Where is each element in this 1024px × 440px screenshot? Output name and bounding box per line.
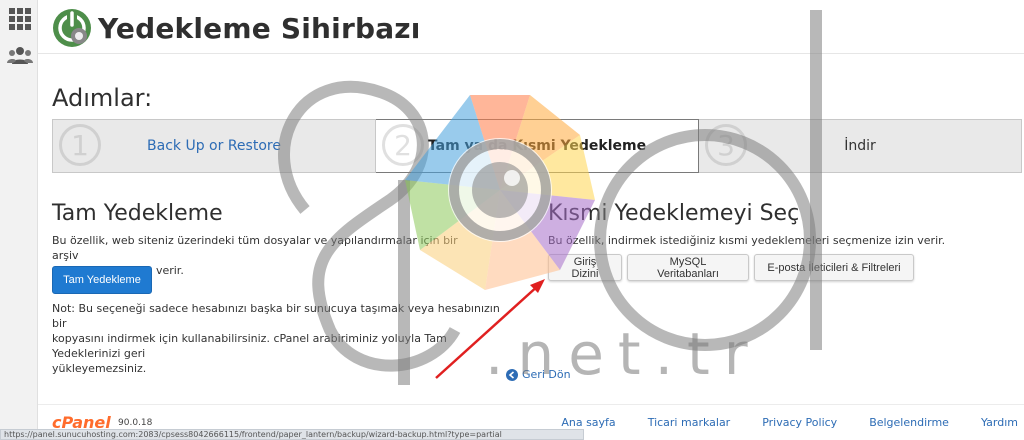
grid-icon [9,8,31,30]
page-header: Yedekleme Sihirbazı [52,6,421,50]
full-backup-title: Tam Yedekleme [52,201,223,226]
footer-link-home[interactable]: Ana sayfa [561,416,615,429]
users-icon [7,47,33,64]
status-bar-url: https://panel.sunucuhosting.com:2083/cps… [0,429,584,440]
step-2: 2 Tam ya da Kısmi Yedekleme [376,119,699,173]
step-number: 1 [59,124,101,166]
partial-backup-title: Kısmi Yedeklemeyi Seç [548,201,800,226]
apps-button[interactable] [7,6,33,32]
backup-wizard-icon [53,9,91,47]
full-backup-button[interactable]: Tam Yedekleme [52,266,152,294]
footer-link-documentation[interactable]: Belgelendirme [869,416,949,429]
home-directory-button[interactable]: Giriş Dizini [548,254,622,281]
steps-heading: Adımlar: [52,84,153,112]
step-label-download: İndir [844,138,876,154]
email-forwarders-filters-button[interactable]: E-posta İleticileri & Filtreleri [754,254,914,281]
partial-backup-description: Bu özellik, indirmek istediğiniz kısmi y… [548,234,946,247]
go-back-label: Geri Dön [522,368,571,381]
footer-link-help[interactable]: Yardım [981,416,1018,429]
step-1[interactable]: 1 Back Up or Restore [52,119,376,173]
go-back-link[interactable]: Geri Dön [506,368,571,381]
partial-backup-buttons: Giriş Dizini MySQL Veritabanları E-posta… [548,254,914,281]
header-divider [38,53,1024,54]
cpanel-version: 90.0.18 [118,418,153,428]
step-3: 3 İndir [699,119,1022,173]
arrow-left-circle-icon [506,368,518,381]
step-label-full-or-partial: Tam ya da Kısmi Yedekleme [427,138,647,154]
footer-link-trademarks[interactable]: Ticari markalar [648,416,731,429]
step-label-back-up-or-restore[interactable]: Back Up or Restore [147,138,281,154]
footer-links: Ana sayfa Ticari markalar Privacy Policy… [561,416,1018,429]
page-title: Yedekleme Sihirbazı [98,11,421,45]
footer-link-privacy[interactable]: Privacy Policy [762,416,837,429]
full-backup-note: Not: Bu seçeneği sadece hesabınızı başka… [52,302,500,375]
step-number: 2 [382,124,424,166]
left-rail [0,0,38,440]
mysql-databases-button[interactable]: MySQL Veritabanları [627,254,749,281]
steps-bar: 1 Back Up or Restore 2 Tam ya da Kısmi Y… [52,119,1022,173]
step-number: 3 [705,124,747,166]
users-button[interactable] [7,42,33,68]
